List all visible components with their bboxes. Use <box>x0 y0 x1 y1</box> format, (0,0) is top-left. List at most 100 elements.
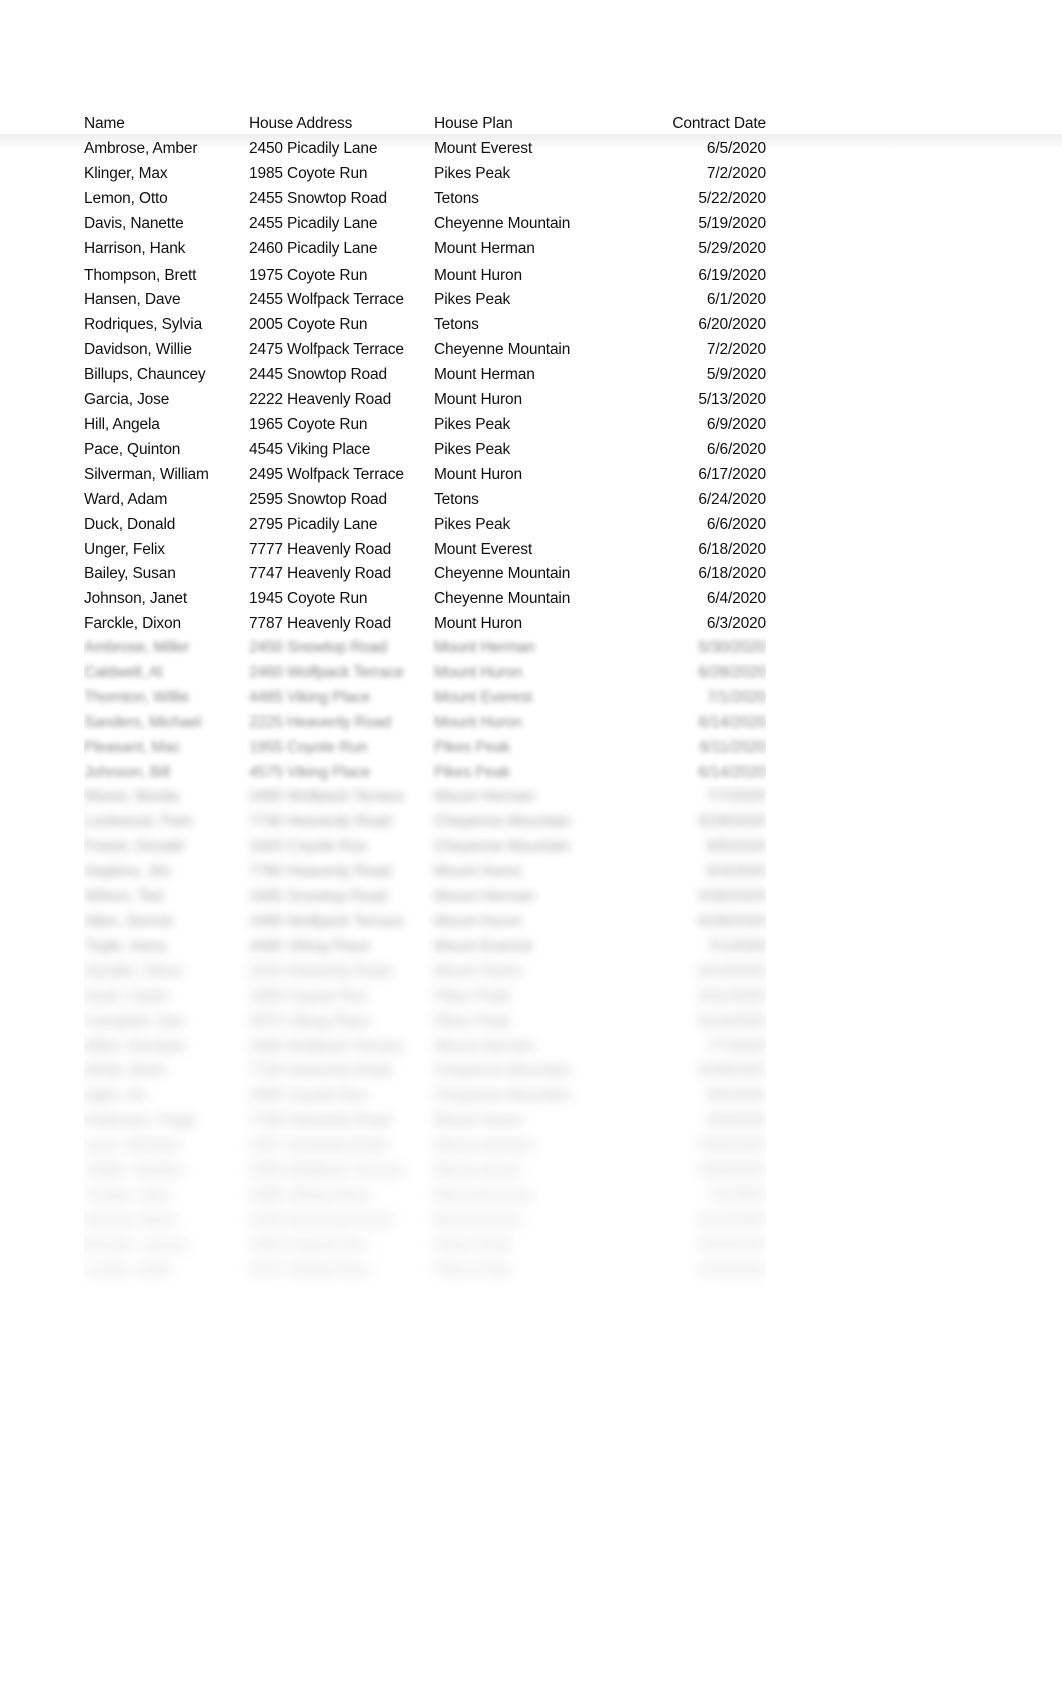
cell-plan: Cheyenne Mountain <box>434 590 571 608</box>
cell-name: Klinger, Max <box>84 164 168 182</box>
column-header-address[interactable]: House Address <box>249 112 434 137</box>
cell-date: 6/20/2020 <box>698 316 766 334</box>
cell-address: 7740 Heavenly Road <box>249 813 392 831</box>
cell-address: 2485 Snowtop Road <box>249 888 387 906</box>
table-row[interactable]: Billups, Chauncey 2445 Snowtop Road Mount … <box>84 363 766 388</box>
column-header-date[interactable]: Contract Date <box>597 112 766 137</box>
cell-address: 2460 Picadily Lane <box>249 239 378 257</box>
table-row[interactable]: Silverman, William 2495 Wolfpack Terrace M… <box>84 463 766 488</box>
table-row-blurred: Moore, Bonita 2465 Wolfpack Terrace Mount … <box>84 786 766 810</box>
blurred-preview-region: Ambrose, Miller 2450 Snowtop Road Mount He… <box>84 636 766 1288</box>
cell-name: Tucker, John <box>84 1186 171 1204</box>
table-row[interactable]: Klinger, Max 1985 Coyote Run Pikes Peak 7/2… <box>84 162 766 187</box>
table-row[interactable]: Johnson, Janet 1945 Coyote Run Cheyenne Mo… <box>84 587 766 612</box>
table-container: Name House Address House Plan Contract D… <box>84 112 766 637</box>
cell-date: 6/5/2020 <box>706 838 766 856</box>
cell-address: 4575 Viking Place <box>249 1012 371 1030</box>
cell-date: 6/9/2020 <box>706 415 766 433</box>
cell-name: Hansen, Dave <box>84 291 181 309</box>
cell-name: Garcia, Jose <box>84 391 170 409</box>
cell-name: Bailey, Susan <box>84 565 176 583</box>
cell-plan: Mount Everest <box>434 140 532 157</box>
table-body: Ambrose, Amber 2450 Picadily Lane Mount Ev… <box>84 137 766 637</box>
cell-plan: Pikes Peak <box>434 164 511 182</box>
cell-name: Brooks, Lauren <box>84 1236 188 1254</box>
cell-plan: Mount Everest <box>434 937 532 955</box>
table-row-blurred: Sanders, Michael 2225 Heavenly Road Mount … <box>84 711 766 736</box>
table-row-blurred: Miller, Ronalda 2480 Wolfpack Terrace Moun… <box>84 1035 766 1060</box>
cell-plan: Mount Huron <box>434 713 522 731</box>
column-header-plan[interactable]: House Plan <box>434 112 597 137</box>
table-row-blurred: Harvey, Mack 2230 Heavenly Road Mount Huro… <box>84 1209 766 1234</box>
cell-name: Allen, Dennis <box>84 912 174 930</box>
cell-name: Moore, Bonita <box>84 788 179 806</box>
cell-address: 2475 Wolfpack Terrace <box>249 341 404 359</box>
cell-name: Cooke, Keith <box>84 1261 171 1279</box>
cell-date: 6/18/2020 <box>698 540 766 558</box>
table-row-blurred: Thornton, Willie 4485 Viking Place Mount E… <box>84 686 766 711</box>
cell-date: 5/30/2020 <box>698 888 766 906</box>
cell-plan: Mount Herman <box>434 639 535 656</box>
cell-date: 6/5/2020 <box>706 1087 766 1105</box>
table-row[interactable]: Lemon, Otto 2455 Snowtop Road Tetons 5/22/2… <box>84 187 766 212</box>
cell-plan: Mount Herman <box>434 788 535 806</box>
cell-date: 7/2/2020 <box>706 164 766 182</box>
cell-address: 2455 Snowtop Road <box>249 189 387 207</box>
cell-name: Campbell, Dan <box>84 1012 185 1030</box>
table-row[interactable]: Ward, Adam 2595 Snowtop Road Tetons 6/24/20… <box>84 488 766 513</box>
cell-date: 6/14/2020 <box>698 1261 766 1279</box>
table-row[interactable]: Unger, Felix 7777 Heavenly Road Mount Ever… <box>84 538 766 563</box>
cell-address: 2215 Heavenly Road <box>249 962 392 980</box>
table-row[interactable]: Harrison, Hank 2460 Picadily Lane Mount He… <box>84 237 766 264</box>
column-header-name[interactable]: Name <box>84 112 249 137</box>
cell-address: 1950 Coyote Run <box>249 987 368 1005</box>
cell-address: 2225 Heavenly Road <box>249 713 392 731</box>
cell-name: Pace, Quinton <box>84 440 181 458</box>
cell-plan: Mount Everest <box>434 688 532 706</box>
table-row[interactable]: Farckle, Dixon 7787 Heavenly Road Mount Hu… <box>84 612 766 637</box>
cell-plan: Mount Herman <box>434 888 535 906</box>
cell-date: 6/28/2020 <box>698 1062 766 1080</box>
cell-name: Ambrose, Miller <box>84 639 190 656</box>
cell-plan: Cheyenne Mountain <box>434 1062 571 1080</box>
cell-name: Triplet, Sandra <box>84 1162 183 1180</box>
cell-date: 6/14/2020 <box>698 713 766 731</box>
cell-address: 7780 Heavenly Road <box>249 863 392 881</box>
cell-address: 2222 Heavenly Road <box>249 391 392 409</box>
cell-plan: Cheyenne Mountain <box>434 341 571 359</box>
cell-plan: Cheyenne Mountain <box>434 838 571 856</box>
table-row[interactable]: Hill, Angela 1965 Coyote Run Pikes Peak 6/9… <box>84 413 766 438</box>
blur-band-3: Ambrose, Miller2450 Snowtop RoadMount He… <box>84 956 766 1136</box>
table-row[interactable]: Rodriques, Sylvia 2005 Coyote Run Tetons 6/… <box>84 313 766 338</box>
cell-address: 4575 Viking Place <box>249 1261 371 1279</box>
cell-date: 6/11/2020 <box>699 987 766 1005</box>
cell-address: 2595 Snowtop Road <box>249 490 387 508</box>
cell-address: 2445 Snowtop Road <box>249 366 387 384</box>
table-row[interactable]: Ambrose, Amber 2450 Picadily Lane Mount Ev… <box>84 137 766 162</box>
table-row[interactable]: Bailey, Susan 7747 Heavenly Road Cheyenne … <box>84 562 766 587</box>
cell-address: 2495 Wolfpack Terrace <box>249 465 404 483</box>
cell-address: 2455 Wolfpack Terrace <box>249 291 404 309</box>
table-row[interactable]: Pace, Quinton 4545 Viking Place Pikes Peak… <box>84 438 766 463</box>
cell-address: 1955 Coyote Run <box>249 1236 368 1254</box>
cell-name: Freest, Donald <box>84 838 184 856</box>
table-row[interactable]: Davidson, Willie 2475 Wolfpack Terrace Che… <box>84 338 766 363</box>
table-row-blurred: Campbell, Dan 4575 Viking Place Pikes Peak… <box>84 1010 766 1035</box>
cell-address: 4575 Viking Place <box>249 763 371 781</box>
table-row[interactable]: Thompson, Brett 1975 Coyote Run Mount Huro… <box>84 264 766 289</box>
cell-date: 7/7/2020 <box>706 1037 766 1055</box>
cell-date: 6/28/2020 <box>698 912 766 930</box>
table-row[interactable]: Davis, Nanette 2455 Picadily Lane Cheyenne… <box>84 212 766 237</box>
table-row[interactable]: Hansen, Dave 2455 Wolfpack Terrace Pikes P… <box>84 288 766 313</box>
cell-plan: Pikes Peak <box>434 987 511 1005</box>
cell-date: 6/17/2020 <box>698 465 766 483</box>
cell-address: 1955 Coyote Run <box>249 738 368 756</box>
cell-name: Sanders, Michael <box>84 713 202 731</box>
cell-plan: Pikes Peak <box>434 440 511 458</box>
blur-band-4: Ambrose, Miller2450 Snowtop RoadMount He… <box>84 1136 766 1288</box>
cell-date: 5/29/2020 <box>698 239 766 257</box>
table-row[interactable]: Duck, Donald 2795 Picadily Lane Pikes Peak… <box>84 513 766 538</box>
cell-address: 2480 Wolfpack Terrace <box>249 912 404 930</box>
cell-name: Triple, Harry <box>84 937 167 955</box>
table-row[interactable]: Garcia, Jose 2222 Heavenly Road Mount Huro… <box>84 388 766 413</box>
